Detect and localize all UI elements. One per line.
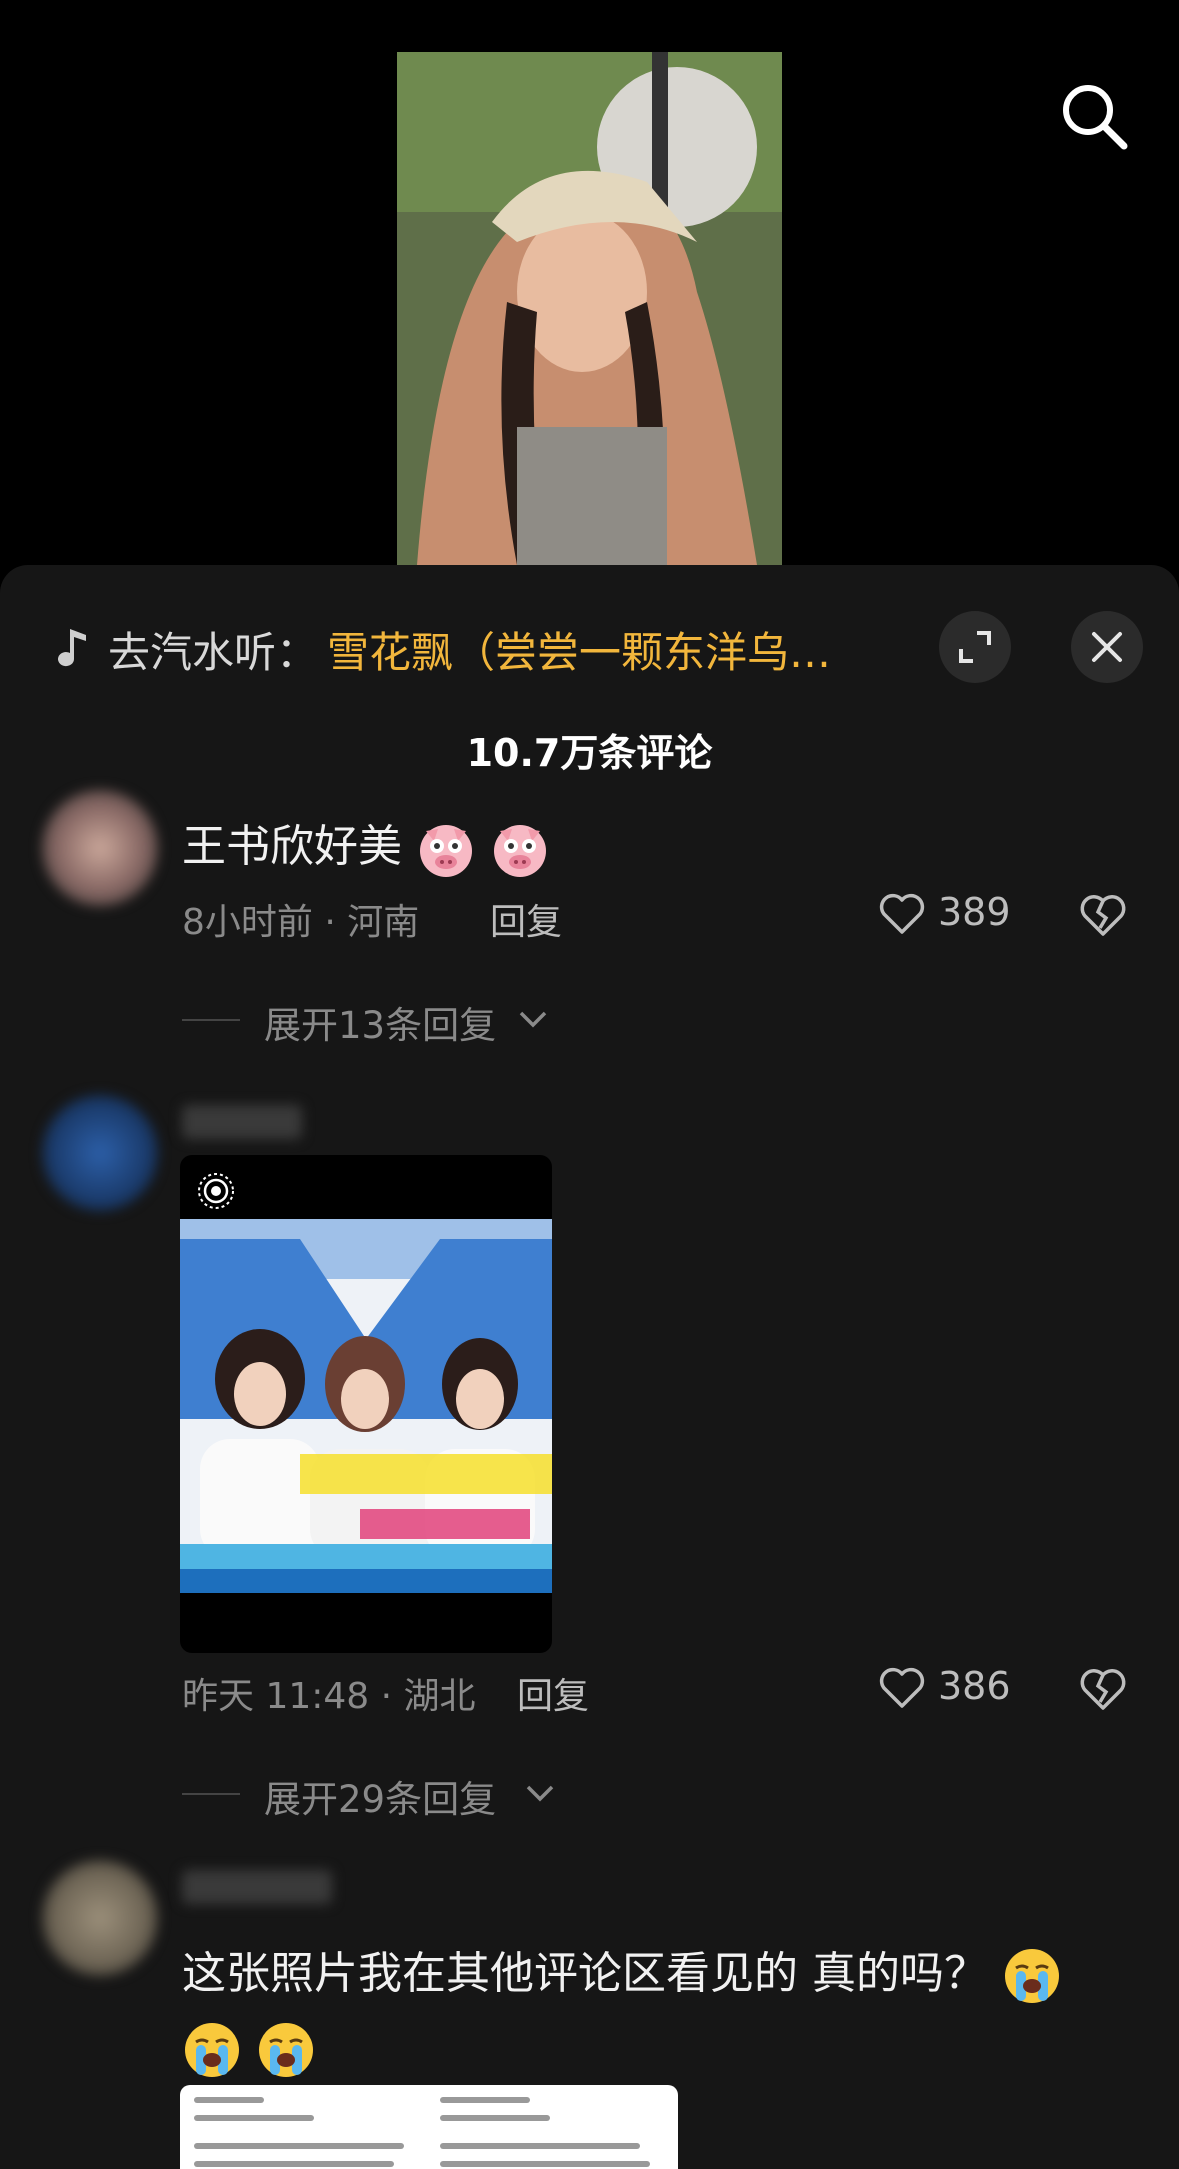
comment-image[interactable] xyxy=(180,1155,552,1653)
chevron-down-icon xyxy=(526,1785,554,1802)
loudly-crying-face-emoji-icon xyxy=(1005,1949,1059,2003)
username[interactable] xyxy=(182,1870,332,1904)
heart-icon xyxy=(879,1667,925,1708)
video-frame-illustration xyxy=(397,52,782,565)
image-text-line xyxy=(440,2115,550,2121)
expand-replies-label: 展开29条回复 xyxy=(264,1778,497,1821)
image-text-line xyxy=(194,2097,264,2103)
close-button[interactable] xyxy=(1071,611,1143,683)
comment-time-location: 昨天 11:48 · 湖北 xyxy=(182,1676,476,1717)
live-photo-icon xyxy=(198,1173,234,1209)
reply-button[interactable]: 回复 xyxy=(517,1667,589,1719)
chevron-down-icon xyxy=(519,1011,547,1028)
image-text-line xyxy=(194,2143,404,2149)
broken-heart-icon[interactable] xyxy=(1078,892,1128,938)
username[interactable] xyxy=(182,1105,302,1139)
avatar[interactable] xyxy=(42,790,158,906)
video-area[interactable] xyxy=(0,0,1179,565)
close-icon xyxy=(1092,632,1122,662)
broken-heart-icon[interactable] xyxy=(1078,1666,1128,1712)
comment-text: 这张照片我在其他评论区看见的 真的吗？ xyxy=(182,1937,1122,2085)
comment-image[interactable] xyxy=(180,2085,678,2169)
heart-icon xyxy=(879,893,925,934)
comment-text-content: 王书欣好美 xyxy=(182,821,402,872)
loudly-crying-face-emoji-icon xyxy=(185,2023,239,2077)
comment-text-content: 这张照片我在其他评论区看见的 真的吗？ xyxy=(182,1948,988,1999)
expand-replies-label: 展开13条回复 xyxy=(264,1004,497,1047)
loudly-crying-face-emoji-icon xyxy=(259,2023,313,2077)
comment-count: 10.7万条评论 xyxy=(466,731,713,775)
expand-replies[interactable]: 展开29条回复 xyxy=(182,1769,602,1821)
comment-text: 王书欣好美 xyxy=(182,810,550,879)
pig-face-emoji-icon xyxy=(494,825,546,877)
search-button[interactable] xyxy=(1058,80,1130,152)
image-text-line xyxy=(194,2161,394,2167)
comments-sheet: 去汽水听： 雪花飘（尝尝一颗东洋乌… 10.7万条评论 王书欣好美 8小时前 ·… xyxy=(0,565,1179,2169)
expand-replies[interactable]: 展开13条回复 xyxy=(182,995,582,1047)
expand-divider xyxy=(182,1019,240,1021)
image-text-line xyxy=(194,2115,314,2121)
comment-image-illustration xyxy=(180,1219,552,1593)
image-text-line xyxy=(440,2097,530,2103)
expand-icon xyxy=(959,631,991,663)
music-note-icon xyxy=(58,629,86,667)
avatar[interactable] xyxy=(42,1860,158,1976)
image-text-line xyxy=(440,2161,650,2167)
pig-face-emoji-icon xyxy=(420,825,472,877)
like-count: 386 xyxy=(938,1664,1011,1708)
music-title[interactable]: 雪花飘（尝尝一颗东洋乌… xyxy=(327,619,831,680)
expand-button[interactable] xyxy=(939,611,1011,683)
search-icon xyxy=(1063,85,1128,150)
music-prefix: 去汽水听： xyxy=(108,628,319,677)
comment-image-frame xyxy=(180,1219,552,1593)
music-bar[interactable]: 去汽水听： 雪花飘（尝尝一颗东洋乌… xyxy=(0,605,1179,695)
reply-button[interactable]: 回复 xyxy=(490,893,562,945)
video-thumbnail[interactable] xyxy=(397,52,782,565)
like-count: 389 xyxy=(938,890,1011,934)
image-text-line xyxy=(440,2143,640,2149)
avatar[interactable] xyxy=(42,1095,158,1211)
comment-time-location: 8小时前 · 河南 xyxy=(182,902,420,943)
expand-divider xyxy=(182,1793,240,1795)
